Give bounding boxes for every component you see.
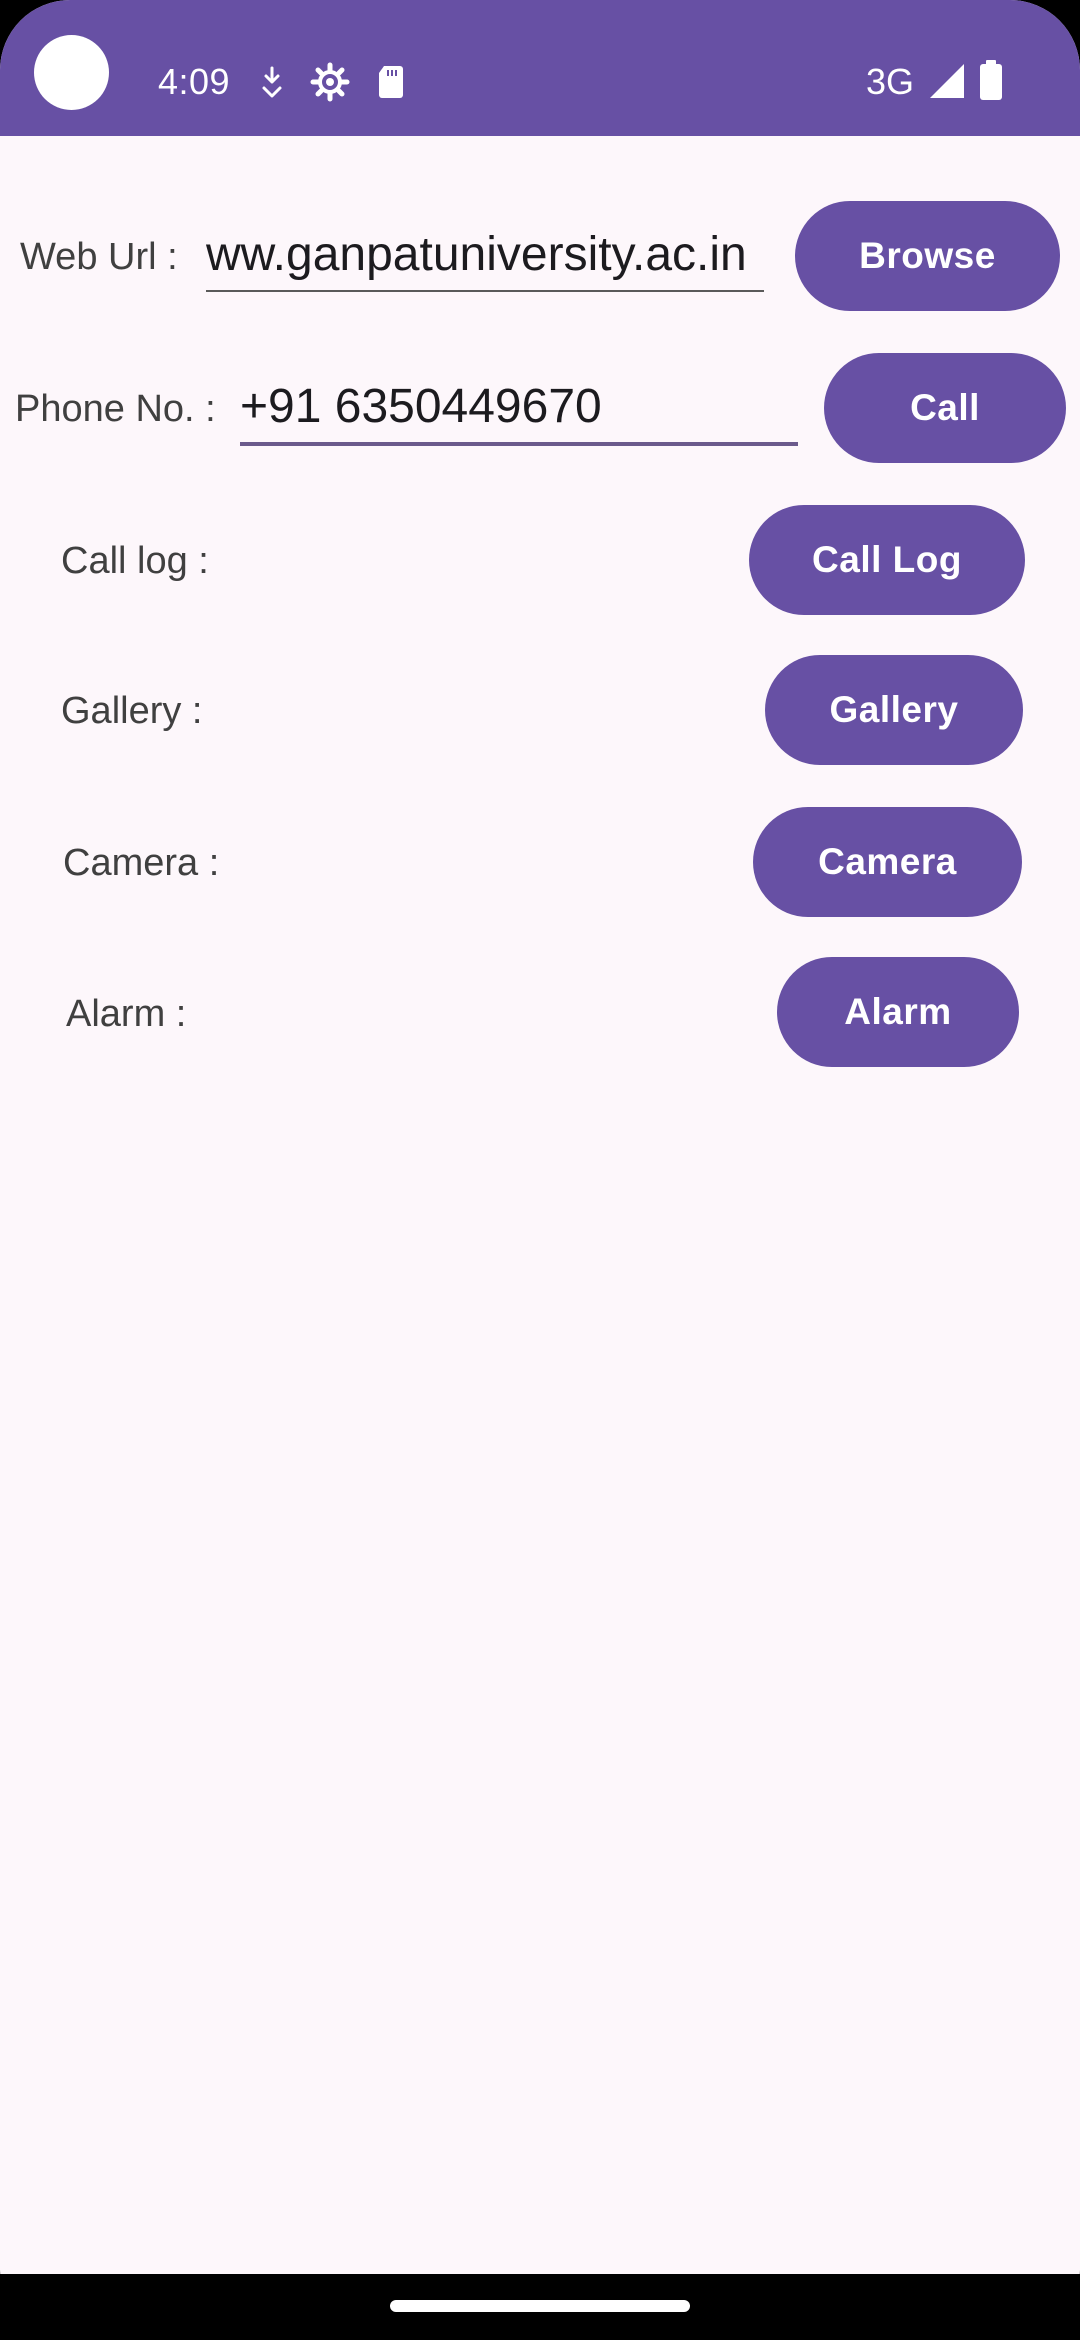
settings-gear-icon bbox=[310, 62, 350, 102]
call-log-label: Call log : bbox=[61, 540, 209, 582]
phone-label: Phone No. : bbox=[15, 388, 216, 430]
download-icon bbox=[262, 66, 282, 98]
alarm-label: Alarm : bbox=[66, 993, 187, 1035]
status-time: 4:09 bbox=[158, 61, 231, 102]
web-url-label: Web Url : bbox=[20, 236, 178, 278]
web-url-input[interactable]: ww.ganpatuniversity.ac.in bbox=[206, 225, 764, 285]
browse-button[interactable]: Browse bbox=[795, 201, 1060, 311]
signal-icon bbox=[930, 64, 964, 98]
phone-input[interactable]: +91 6350449670 bbox=[240, 377, 796, 437]
app-screen: 4:09 3G Web Url: ww.ganpatuniversity.ac… bbox=[0, 0, 1080, 2340]
alarm-button[interactable]: Alarm bbox=[777, 957, 1019, 1067]
camera-cutout bbox=[34, 35, 109, 110]
gallery-button[interactable]: Gallery bbox=[765, 655, 1023, 765]
web-url-value: ww.ganpatuniversity.ac.in bbox=[206, 228, 747, 281]
call-button[interactable]: Call bbox=[824, 353, 1066, 463]
home-indicator[interactable] bbox=[390, 2300, 690, 2312]
gallery-label: Gallery : bbox=[61, 690, 203, 732]
network-type: 3G bbox=[866, 61, 915, 102]
sd-card-icon bbox=[379, 66, 403, 98]
web-url-underline bbox=[206, 290, 764, 292]
phone-value: +91 6350449670 bbox=[240, 380, 602, 433]
call-log-button[interactable]: Call Log bbox=[749, 505, 1025, 615]
status-bar: 4:09 3G bbox=[0, 0, 1080, 136]
camera-button[interactable]: Camera bbox=[753, 807, 1022, 917]
phone-underline bbox=[240, 442, 798, 446]
battery-icon bbox=[980, 60, 1002, 100]
camera-label: Camera : bbox=[63, 842, 220, 884]
